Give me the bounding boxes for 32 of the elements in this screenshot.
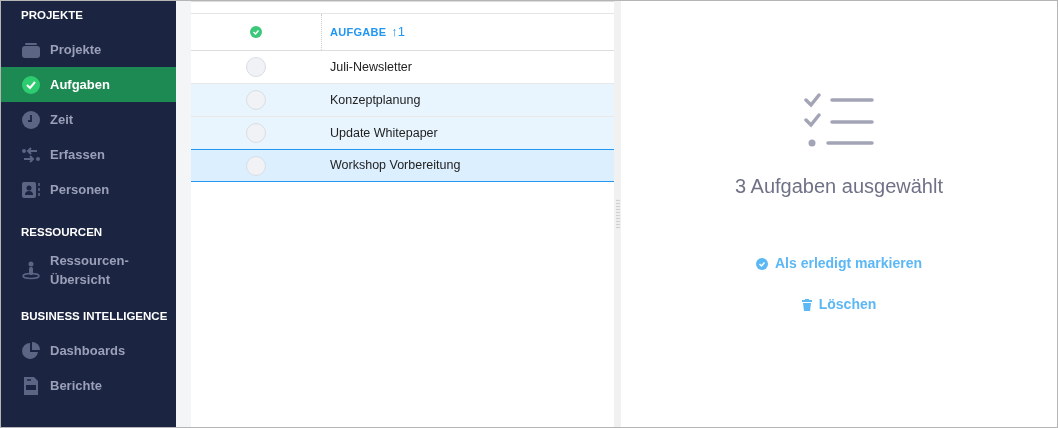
task-name: Konzeptplanung	[329, 91, 421, 109]
task-name: Juli-Newsletter	[329, 58, 412, 76]
check-circle-icon	[755, 257, 768, 270]
check-circle-icon	[250, 26, 262, 38]
pie-chart-icon	[21, 340, 41, 361]
section-heading: PROJEKTE	[20, 8, 84, 23]
sidebar-item[interactable]: Zeit	[1, 102, 176, 137]
table-row[interactable]: Konzeptplanung	[191, 84, 614, 117]
swap-arrows-icon	[21, 144, 41, 165]
sort-indicator[interactable]: ↑1	[391, 22, 406, 42]
table-row[interactable]: Update Whitepaper	[191, 117, 614, 150]
trash-icon	[801, 298, 812, 311]
check-circle-icon	[21, 74, 41, 95]
contact-card-icon	[21, 179, 41, 200]
section-heading: BUSINESS INTELLIGENCE	[20, 309, 169, 324]
document-icon	[21, 375, 41, 396]
person-location-icon	[21, 260, 41, 280]
sidebar-item[interactable]: Ressourcen-Übersicht	[1, 249, 176, 291]
column-header[interactable]: AUFGABE	[330, 23, 387, 41]
sidebar-item[interactable]: Dashboards	[1, 333, 176, 368]
task-name: Update Whitepaper	[329, 124, 438, 142]
selection-heading: 3 Aufgaben ausgewählt	[735, 174, 943, 199]
table-row[interactable]: Workshop Vorbereitung	[191, 149, 614, 182]
sidebar-item[interactable]: Erfassen	[1, 137, 176, 172]
section-heading: RESSOURCEN	[20, 225, 104, 240]
sidebar-item[interactable]: Berichte	[1, 368, 176, 403]
sidebar-item[interactable]: Personen	[1, 172, 176, 207]
sidebar-item[interactable]: Aufgaben	[1, 67, 176, 102]
clock-icon	[21, 109, 41, 130]
sidebar-item[interactable]: Projekte	[1, 32, 176, 67]
task-name: Workshop Vorbereitung	[329, 157, 461, 175]
resize-handle-icon[interactable]	[615, 199, 620, 229]
